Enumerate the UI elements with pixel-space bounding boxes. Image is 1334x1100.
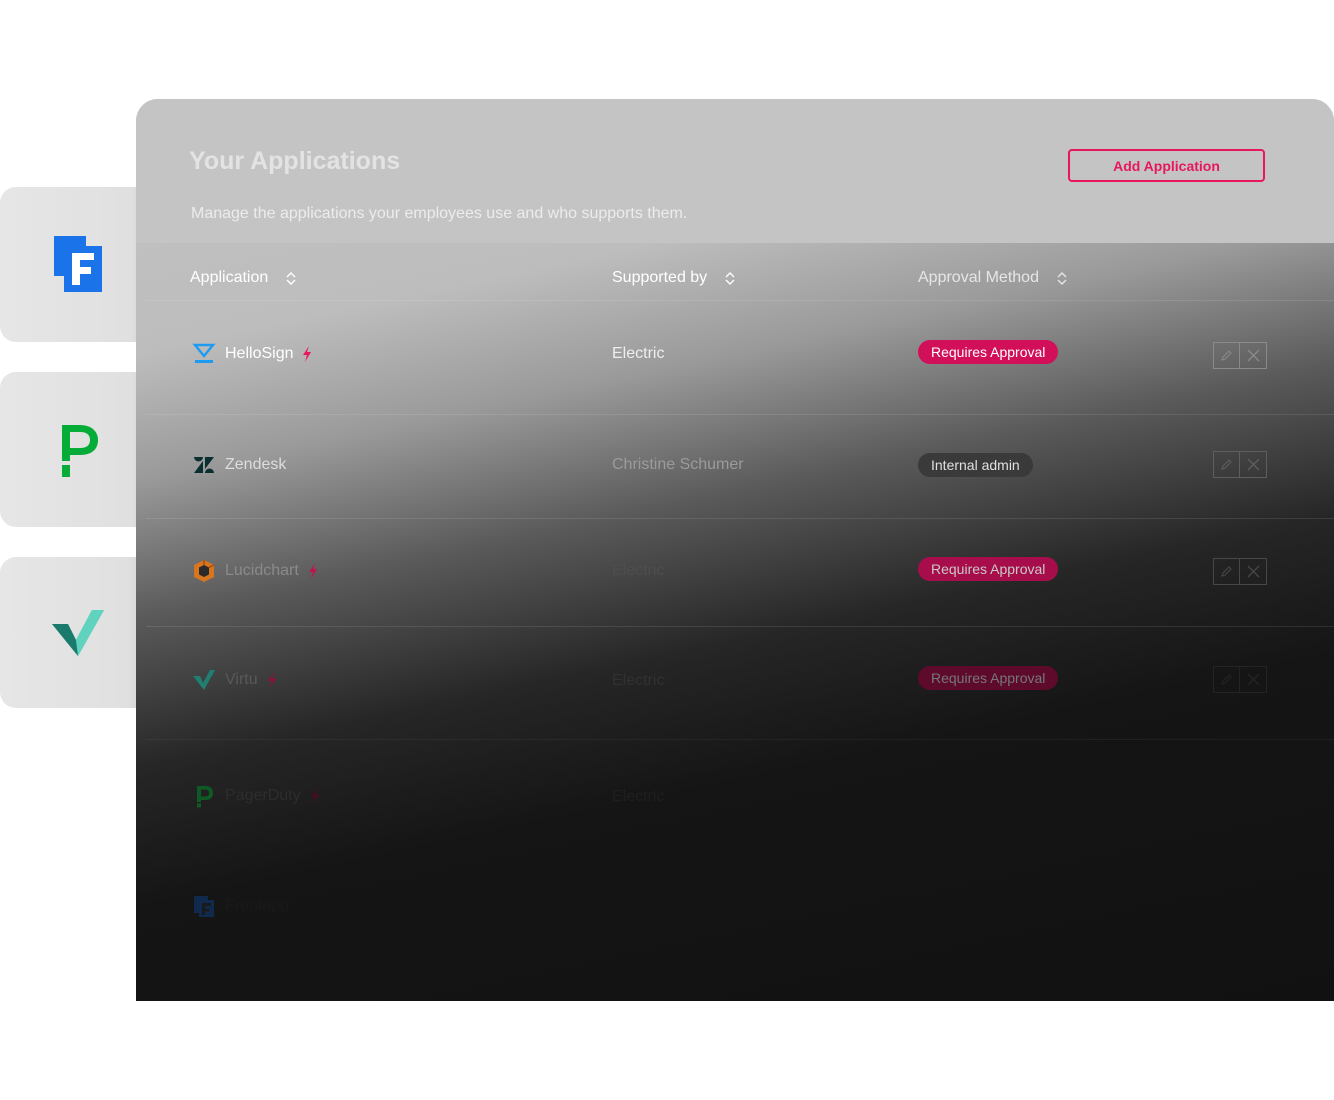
app-name: Frontapp xyxy=(225,897,290,914)
supported-by-cell: Christine Schumer xyxy=(612,456,744,473)
column-header-application[interactable]: Application xyxy=(190,269,298,287)
delete-button[interactable] xyxy=(1240,342,1267,369)
edit-button[interactable] xyxy=(1213,666,1240,693)
table-row-virtu[interactable]: Virtu xyxy=(192,668,277,692)
sort-icon xyxy=(1057,272,1067,285)
delete-button[interactable] xyxy=(1240,451,1267,478)
page-title: Your Applications xyxy=(189,147,401,175)
sort-icon xyxy=(286,272,296,285)
supported-by-cell: Electric xyxy=(612,345,665,362)
edit-button[interactable] xyxy=(1213,342,1240,369)
pencil-icon xyxy=(1221,350,1232,361)
edit-button[interactable] xyxy=(1213,451,1240,478)
app-name: Lucidchart xyxy=(225,562,299,579)
page-subtitle: Manage the applications your employees u… xyxy=(191,205,688,222)
pagerduty-icon xyxy=(197,786,213,808)
column-label: Application xyxy=(190,269,269,286)
column-header-approval-method[interactable]: Approval Method xyxy=(918,269,1069,287)
pencil-icon xyxy=(1221,459,1232,470)
add-application-button[interactable]: Add Application xyxy=(1068,149,1265,182)
bolt-icon xyxy=(267,672,276,688)
table-row-lucidchart[interactable]: Lucidchart xyxy=(192,559,318,583)
pencil-icon xyxy=(1221,566,1232,577)
column-header-supported-by[interactable]: Supported by xyxy=(612,269,737,287)
table-row-hellosign[interactable]: HelloSign xyxy=(192,342,312,366)
approval-badge: Requires Approval xyxy=(918,557,1059,581)
row-divider xyxy=(146,626,1334,627)
delete-button[interactable] xyxy=(1240,666,1267,693)
frontapp-icon xyxy=(54,235,102,292)
frontapp-icon xyxy=(194,896,214,917)
app-name: HelloSign xyxy=(225,345,294,362)
row-divider xyxy=(146,739,1334,740)
bolt-icon xyxy=(310,788,319,804)
approval-badge: Internal admin xyxy=(918,453,1033,477)
app-name: Zendesk xyxy=(225,456,287,473)
row-actions xyxy=(1213,666,1269,694)
bolt-icon xyxy=(308,563,317,579)
hellosign-icon xyxy=(192,343,216,363)
column-label: Supported by xyxy=(612,269,708,286)
zendesk-icon xyxy=(194,457,214,473)
edit-button[interactable] xyxy=(1213,558,1240,585)
app-name: Virtu xyxy=(225,671,258,688)
close-icon xyxy=(1247,673,1259,686)
virtu-icon xyxy=(193,670,215,690)
row-actions xyxy=(1213,558,1269,586)
supported-by-cell: Electric xyxy=(612,672,665,689)
close-icon xyxy=(1247,565,1259,578)
delete-button[interactable] xyxy=(1240,558,1267,585)
pencil-icon xyxy=(1221,674,1232,685)
row-divider xyxy=(146,414,1334,415)
lucidchart-icon xyxy=(194,560,215,582)
column-label: Approval Method xyxy=(918,269,1039,286)
row-actions xyxy=(1213,342,1269,370)
close-icon xyxy=(1247,458,1259,471)
row-divider xyxy=(146,300,1334,301)
close-icon xyxy=(1247,349,1259,362)
approval-badge: Requires Approval xyxy=(918,666,1059,690)
row-actions xyxy=(1213,451,1269,479)
supported-by-cell: Electric xyxy=(612,788,665,805)
approval-badge: Requires Approval xyxy=(918,340,1059,364)
pagerduty-icon xyxy=(62,424,98,477)
sort-icon xyxy=(725,272,735,285)
table-row-zendesk[interactable]: Zendesk xyxy=(192,453,286,477)
bolt-icon xyxy=(303,346,312,362)
applications-panel: Your Applications Add Application Manage… xyxy=(136,99,1334,1001)
row-divider xyxy=(146,518,1334,519)
virtu-icon xyxy=(52,609,104,656)
supported-by-cell: Electric xyxy=(612,562,665,579)
table-row-pagerduty[interactable]: PagerDuty xyxy=(192,784,320,808)
app-name: PagerDuty xyxy=(225,787,301,804)
table-row-frontapp[interactable]: Frontapp xyxy=(192,894,289,918)
